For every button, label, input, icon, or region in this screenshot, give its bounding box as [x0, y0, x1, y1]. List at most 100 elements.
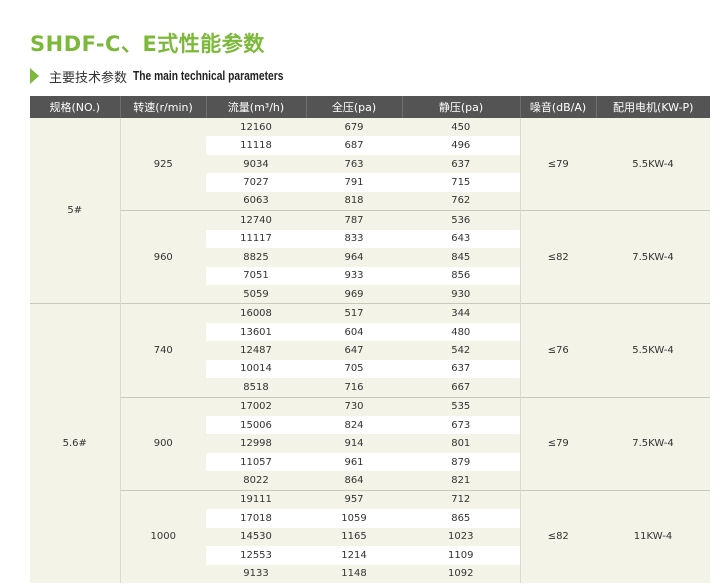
- total-pressure-cell: 716: [306, 378, 402, 398]
- total-pressure-cell: 787: [306, 210, 402, 230]
- flow-cell: 17002: [206, 396, 306, 416]
- flow-cell: 10014: [206, 359, 306, 379]
- model-cell: 5#: [30, 118, 120, 304]
- flow-cell: 8825: [206, 248, 306, 267]
- total-pressure-cell: 957: [306, 489, 402, 510]
- header-flow: 流量(m³/h): [206, 96, 307, 118]
- table-body: 5# 925 12160 679 450 ≤79 5.5KW-4 11118 687 496 903…: [30, 118, 710, 583]
- section-heading: 主要技术参数 The main technical parameters: [30, 68, 316, 86]
- total-pressure-cell: 1059: [306, 509, 402, 528]
- flow-cell: 9133: [206, 564, 306, 583]
- page-title: SHDF-C、E式性能参数: [30, 32, 265, 56]
- static-pressure-cell: 845: [402, 248, 520, 267]
- header-noise: 噪音(dB/A): [520, 96, 597, 118]
- flow-cell: 12740: [206, 210, 306, 230]
- table-row: 960 12740 787 536 ≤82 7.5KW-4: [30, 210, 710, 304]
- header-speed: 转速(r/min): [120, 96, 207, 118]
- static-pressure-cell: 643: [402, 229, 520, 249]
- static-pressure-cell: 496: [402, 136, 520, 155]
- total-pressure-cell: 730: [306, 396, 402, 416]
- flow-cell: 11117: [206, 229, 306, 249]
- static-pressure-cell: 865: [402, 509, 520, 528]
- noise-cell: ≤76: [519, 303, 596, 398]
- noise-cell: ≤82: [519, 210, 596, 304]
- parameters-table: 规格(NO.) 转速(r/min) 流量(m³/h) 全压(pa) 静压(pa)…: [30, 96, 710, 583]
- static-pressure-cell: 879: [402, 452, 520, 472]
- flow-cell: 12160: [206, 118, 306, 137]
- flow-cell: 6063: [206, 191, 306, 211]
- table-header-row: 规格(NO.) 转速(r/min) 流量(m³/h) 全压(pa) 静压(pa)…: [30, 96, 710, 118]
- total-pressure-cell: 964: [306, 248, 402, 267]
- flow-cell: 17018: [206, 509, 306, 528]
- static-pressure-cell: 1109: [402, 546, 520, 565]
- static-pressure-cell: 1023: [402, 527, 520, 547]
- static-pressure-cell: 1092: [402, 564, 520, 583]
- static-pressure-cell: 762: [402, 191, 520, 211]
- total-pressure-cell: 1165: [306, 527, 402, 547]
- total-pressure-cell: 914: [306, 434, 402, 453]
- flow-cell: 13601: [206, 322, 306, 342]
- total-pressure-cell: 647: [306, 341, 402, 360]
- flow-cell: 7027: [206, 173, 306, 192]
- header-model: 规格(NO.): [30, 96, 121, 118]
- static-pressure-cell: 667: [402, 378, 520, 398]
- flow-cell: 14530: [206, 527, 306, 547]
- total-pressure-cell: 791: [306, 173, 402, 192]
- header-motor: 配用电机(KW-P): [596, 96, 710, 118]
- flow-cell: 15006: [206, 416, 306, 435]
- total-pressure-cell: 1214: [306, 546, 402, 565]
- static-pressure-cell: 712: [402, 489, 520, 510]
- table-row: 5.6# 740 16008 517 344 ≤76 5.5KW-4: [30, 303, 710, 583]
- speed-cell: 1000: [119, 489, 206, 583]
- flow-cell: 5059: [206, 284, 306, 304]
- flow-cell: 16008: [206, 303, 306, 323]
- section-heading-en: The main technical parameters: [133, 69, 284, 83]
- section-heading-zh: 主要技术参数: [49, 70, 128, 86]
- speed-cell: 900: [119, 396, 206, 491]
- static-pressure-cell: 344: [402, 303, 520, 323]
- noise-cell: ≤79: [519, 396, 596, 491]
- table-row: 1000 19111 957 712 ≤82 11KW-4: [30, 489, 710, 583]
- total-pressure-cell: 818: [306, 191, 402, 211]
- total-pressure-cell: 824: [306, 416, 402, 435]
- flow-cell: 11057: [206, 452, 306, 472]
- speed-cell: 740: [119, 303, 206, 398]
- total-pressure-cell: 763: [306, 154, 402, 174]
- static-pressure-cell: 480: [402, 322, 520, 342]
- total-pressure-cell: 1148: [306, 564, 402, 583]
- total-pressure-cell: 833: [306, 229, 402, 249]
- static-pressure-cell: 673: [402, 416, 520, 435]
- table-row: 5# 925 12160 679 450 ≤79 5.5KW-4: [30, 118, 710, 304]
- static-pressure-cell: 801: [402, 434, 520, 453]
- flow-cell: 12487: [206, 341, 306, 360]
- static-pressure-cell: 542: [402, 341, 520, 360]
- flow-cell: 12553: [206, 546, 306, 565]
- static-pressure-cell: 856: [402, 266, 520, 285]
- static-pressure-cell: 821: [402, 471, 520, 491]
- motor-cell: 11KW-4: [596, 489, 710, 583]
- header-static-pressure: 静压(pa): [402, 96, 521, 118]
- flow-cell: 12998: [206, 434, 306, 453]
- static-pressure-cell: 637: [402, 154, 520, 174]
- total-pressure-cell: 517: [306, 303, 402, 323]
- flow-cell: 11118: [206, 136, 306, 155]
- table-row: 900 17002 730 535 ≤79 7.5KW-4: [30, 396, 710, 491]
- flow-cell: 9034: [206, 154, 306, 174]
- noise-cell: ≤79: [519, 118, 596, 211]
- total-pressure-cell: 933: [306, 266, 402, 285]
- static-pressure-cell: 930: [402, 284, 520, 304]
- total-pressure-cell: 705: [306, 359, 402, 379]
- motor-cell: 5.5KW-4: [596, 118, 710, 211]
- header-total-pressure: 全压(pa): [306, 96, 403, 118]
- flow-cell: 8518: [206, 378, 306, 398]
- static-pressure-cell: 536: [402, 210, 520, 230]
- speed-cell: 960: [119, 210, 206, 304]
- motor-cell: 7.5KW-4: [596, 396, 710, 491]
- total-pressure-cell: 961: [306, 452, 402, 472]
- total-pressure-cell: 679: [306, 118, 402, 137]
- triangle-marker-icon: [30, 68, 39, 84]
- model-cell: 5.6#: [30, 303, 120, 583]
- static-pressure-cell: 450: [402, 118, 520, 137]
- total-pressure-cell: 864: [306, 471, 402, 491]
- static-pressure-cell: 637: [402, 359, 520, 379]
